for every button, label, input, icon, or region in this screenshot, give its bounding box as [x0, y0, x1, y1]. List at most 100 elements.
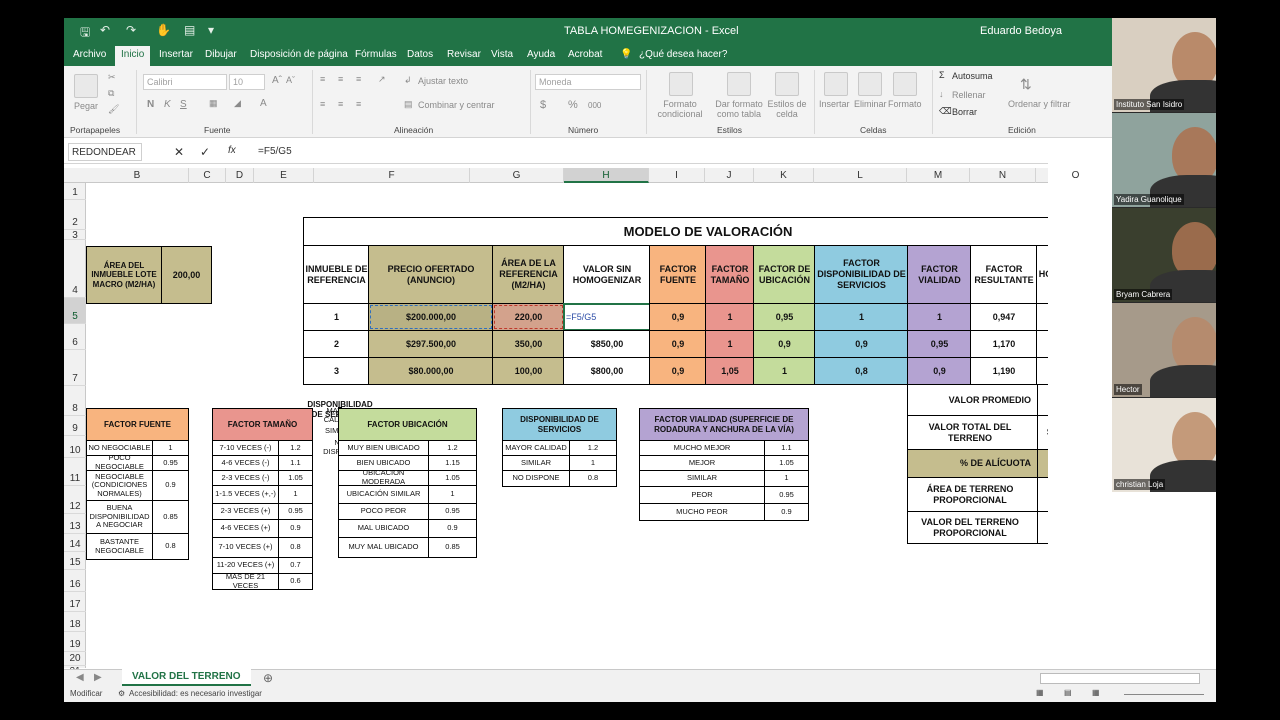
column-header-l[interactable]: L: [814, 168, 907, 183]
italic-button[interactable]: K: [164, 99, 171, 110]
delete-cells-button[interactable]: Eliminar: [854, 99, 887, 109]
clear-button[interactable]: Borrar: [952, 107, 977, 117]
align-middle-icon[interactable]: ≡: [338, 74, 343, 84]
conditional-format-button[interactable]: Formato condicional: [652, 99, 708, 119]
column-header-m[interactable]: M: [907, 168, 970, 183]
format-as-table-icon[interactable]: [727, 72, 751, 96]
percent-button[interactable]: %: [568, 99, 578, 111]
insert-cells-button[interactable]: Insertar: [819, 99, 850, 109]
thousands-separator-button[interactable]: 000: [588, 101, 601, 110]
tab-inicio[interactable]: Inicio: [115, 46, 151, 66]
row-header-18[interactable]: 18: [64, 612, 86, 632]
row-header-20[interactable]: 20: [64, 652, 86, 666]
font-name-combo[interactable]: Calibri: [143, 74, 227, 90]
align-bottom-icon[interactable]: ≡: [356, 74, 361, 84]
horizontal-scrollbar[interactable]: [1040, 673, 1200, 684]
cut-icon[interactable]: ✂: [108, 72, 116, 83]
column-header-h[interactable]: H: [564, 168, 649, 183]
row-header-14[interactable]: 14: [64, 534, 86, 552]
row-header-11[interactable]: 11: [64, 458, 86, 486]
format-painter-icon[interactable]: 🖌: [108, 104, 119, 115]
row-header-17[interactable]: 17: [64, 592, 86, 612]
enter-icon[interactable]: ✓: [200, 145, 210, 159]
sort-filter-icon[interactable]: ⇅: [1020, 76, 1032, 93]
tab-dibujar[interactable]: Dibujar: [205, 49, 237, 60]
normal-view-icon[interactable]: ▦: [1036, 688, 1044, 697]
row-header-7[interactable]: 7: [64, 350, 86, 386]
paste-label[interactable]: Pegar: [74, 101, 98, 111]
tab-formulas[interactable]: Fórmulas: [355, 49, 397, 60]
tab-archivo[interactable]: Archivo: [73, 49, 106, 60]
merge-center-icon[interactable]: ▤: [404, 99, 413, 110]
sheet-tab-valor-del-terreno[interactable]: VALOR DEL TERRENO: [122, 669, 251, 686]
align-left-icon[interactable]: ≡: [320, 99, 325, 109]
column-header-f[interactable]: F: [314, 168, 470, 183]
bold-button[interactable]: N: [147, 99, 154, 110]
zoom-slider[interactable]: [1124, 694, 1204, 695]
wrap-text-icon[interactable]: ↲: [404, 75, 412, 86]
touch-mode-icon[interactable]: ✋: [156, 23, 171, 37]
sort-filter-button[interactable]: Ordenar y filtrar: [1008, 99, 1071, 109]
tab-acrobat[interactable]: Acrobat: [568, 49, 602, 60]
sigma-icon[interactable]: Σ: [939, 70, 945, 80]
column-header-i[interactable]: I: [649, 168, 705, 183]
align-center-icon[interactable]: ≡: [338, 99, 343, 109]
format-cells-icon[interactable]: [893, 72, 917, 96]
copy-icon[interactable]: ⧉: [108, 88, 114, 99]
row-header-19[interactable]: 19: [64, 632, 86, 652]
fill-button[interactable]: Rellenar: [952, 90, 986, 100]
tab-vista[interactable]: Vista: [491, 49, 513, 60]
merge-center-button[interactable]: Combinar y centrar: [418, 100, 495, 110]
row-header-13[interactable]: 13: [64, 514, 86, 534]
row-header-5[interactable]: 5: [64, 298, 86, 324]
paste-icon[interactable]: [74, 74, 98, 98]
accessibility-status[interactable]: Accesibilidad: es necesario investigar: [129, 689, 262, 698]
fill-down-icon[interactable]: ↓: [939, 89, 944, 99]
eraser-icon[interactable]: ⌫: [939, 106, 952, 117]
insert-function-button[interactable]: fx: [228, 145, 236, 156]
cell-valor-sin-1[interactable]: =F5/G5: [563, 303, 651, 331]
page-layout-icon[interactable]: ▤: [1064, 688, 1072, 697]
row-header-9[interactable]: 9: [64, 416, 86, 436]
tab-ayuda[interactable]: Ayuda: [527, 49, 555, 60]
row-header-10[interactable]: 10: [64, 436, 86, 458]
insert-cells-icon[interactable]: [824, 72, 848, 96]
autosum-button[interactable]: Autosuma: [952, 71, 993, 81]
undo-icon[interactable]: ↶: [100, 23, 110, 37]
tell-me-search[interactable]: ¿Qué desea hacer?: [639, 49, 727, 60]
column-header-k[interactable]: K: [754, 168, 814, 183]
delete-cells-icon[interactable]: [858, 72, 882, 96]
wrap-text-button[interactable]: Ajustar texto: [418, 76, 468, 86]
format-as-table-button[interactable]: Dar formato como tabla: [710, 99, 768, 119]
row-header-1[interactable]: 1: [64, 183, 86, 200]
save-icon[interactable]: 🖫: [80, 23, 90, 44]
tab-insertar[interactable]: Insertar: [159, 49, 193, 60]
column-header-c[interactable]: C: [189, 168, 226, 183]
shrink-font-icon[interactable]: Aˇ: [286, 75, 295, 85]
next-sheet-icon[interactable]: ▶: [94, 672, 102, 683]
row-header-8[interactable]: 8: [64, 386, 86, 416]
align-right-icon[interactable]: ≡: [356, 99, 361, 109]
conditional-format-icon[interactable]: [669, 72, 693, 96]
fill-color-icon[interactable]: ◢: [234, 98, 241, 109]
grow-font-icon[interactable]: Aˆ: [272, 75, 282, 86]
number-format-combo[interactable]: Moneda: [535, 74, 641, 90]
tab-revisar[interactable]: Revisar: [447, 49, 481, 60]
borders-icon[interactable]: ▦: [209, 98, 218, 109]
prev-sheet-icon[interactable]: ◀: [76, 672, 84, 683]
redo-icon[interactable]: ↷: [126, 23, 136, 37]
column-header-d[interactable]: D: [226, 168, 254, 183]
column-header-n[interactable]: N: [970, 168, 1036, 183]
underline-button[interactable]: S: [180, 99, 187, 110]
accounting-format-button[interactable]: $: [540, 99, 546, 111]
font-color-icon[interactable]: A: [260, 98, 267, 109]
column-header-b[interactable]: B: [86, 168, 189, 183]
row-header-4[interactable]: 4: [64, 240, 86, 298]
column-header-o[interactable]: O: [1036, 168, 1116, 183]
user-name[interactable]: Eduardo Bedoya: [980, 25, 1062, 37]
worksheet-grid[interactable]: ÁREA DEL INMUEBLE LOTE MACRO (M2/HA) 200,…: [86, 183, 1048, 668]
customize-toolbar-icon[interactable]: ▾: [208, 23, 214, 37]
cell-styles-icon[interactable]: [775, 72, 799, 96]
column-header-j[interactable]: J: [705, 168, 754, 183]
orientation-icon[interactable]: ↗: [378, 74, 386, 85]
